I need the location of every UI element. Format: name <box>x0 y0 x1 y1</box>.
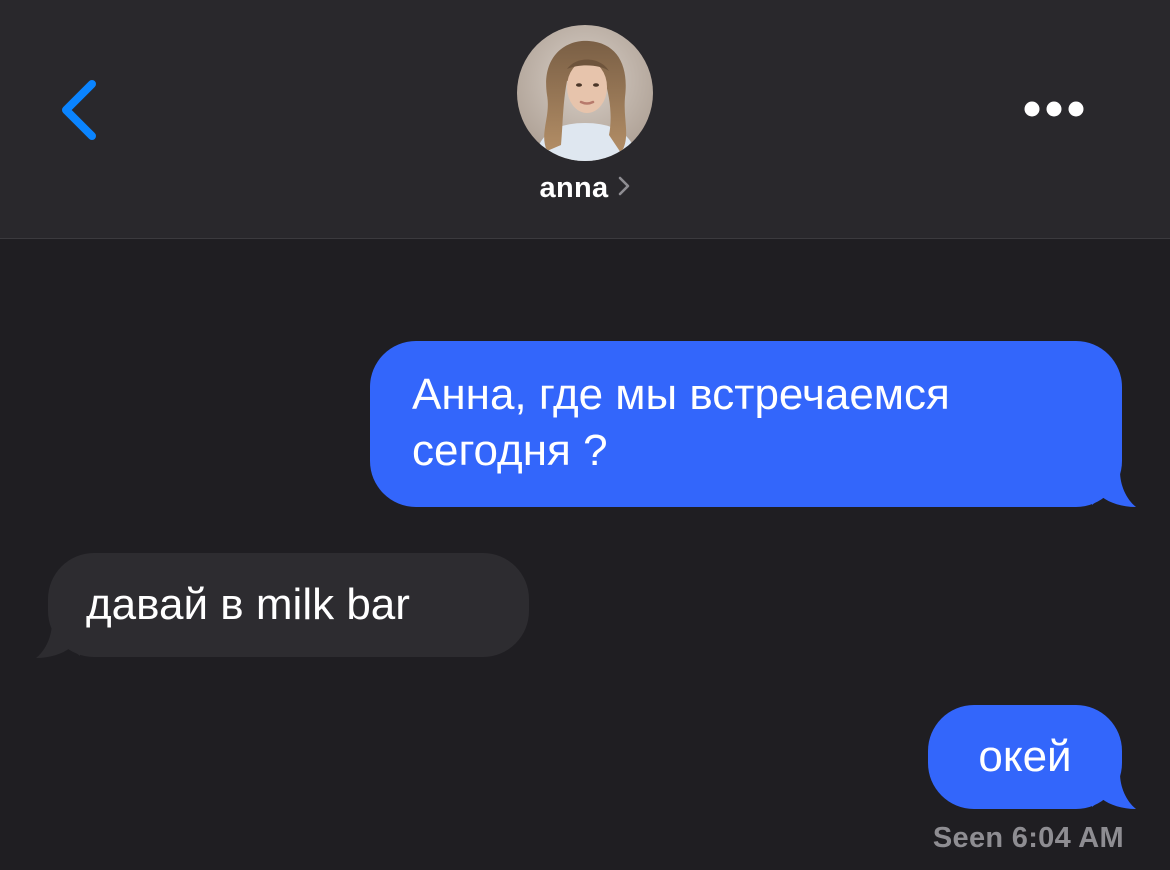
avatar-photo <box>517 25 653 161</box>
contact-name-button[interactable]: anna <box>0 172 1170 205</box>
bubble-tail <box>36 622 80 658</box>
message-text: давай в milk bar <box>86 580 410 629</box>
more-button[interactable] <box>1016 88 1096 130</box>
more-icon <box>1024 101 1084 117</box>
bubble-tail <box>1092 471 1136 507</box>
chat-screen: anna Анна, где мы встречаемся сегодня ? … <box>0 0 1170 870</box>
back-button[interactable] <box>52 72 112 148</box>
message-bubble-outgoing[interactable]: Анна, где мы встречаемся сегодня ? <box>370 341 1122 507</box>
contact-name: anna <box>539 172 609 204</box>
avatar[interactable] <box>517 25 653 161</box>
chevron-right-icon <box>618 171 630 204</box>
chat-header: anna <box>0 0 1170 239</box>
read-receipt: Seen 6:04 AM <box>932 822 1124 854</box>
message-text: окей <box>978 732 1072 781</box>
bubble-tail <box>1092 773 1136 809</box>
chevron-left-icon <box>62 80 96 140</box>
message-bubble-incoming[interactable]: давай в milk bar <box>48 553 529 657</box>
message-text: Анна, где мы встречаемся сегодня ? <box>412 370 950 475</box>
